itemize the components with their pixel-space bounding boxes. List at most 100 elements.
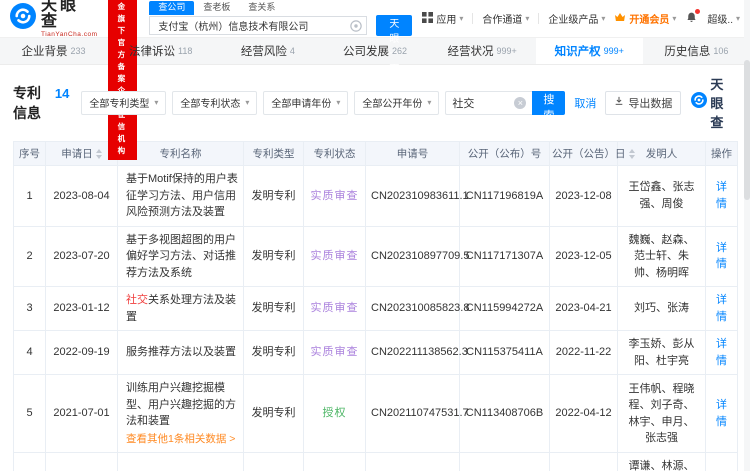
cell-title: 训练用户兴趣挖掘模型、用户兴趣挖掘的方法和装置查看其他1条相关数据 > [117,373,244,454]
tab-history-info[interactable]: 历史信息 106 [643,38,750,64]
clear-icon[interactable]: × [514,96,527,109]
section-tabbar: 企业背景 233 法律诉讼 118 经营风险 4 公司发展 262 经营状况 9… [0,38,750,65]
cell-publication-no: CN117196819A [459,165,550,227]
watermark-text: 天眼查 [710,77,725,130]
nav-cooperation[interactable]: 合作通道 ▾ [482,11,529,26]
cell-inventors: 李玉娇、彭从阳、杜宇亮 [617,330,706,375]
tab-count: 4 [289,46,295,56]
cell-application-no: CN202110475659.2 [365,452,460,471]
search-submit-button[interactable]: 天眼一下 [376,15,413,75]
cell-title: 数据同步方法以及装置 [117,452,244,471]
cell-publication-no: CN113094441A [459,452,550,471]
tab-label: 历史信息 [664,46,711,58]
cell-publication-no: CN115994272A [459,286,550,331]
status-badge: 实质审查 [310,250,359,262]
crown-icon [614,12,626,25]
tab-label: 知识产权 [554,46,601,58]
filter-publish-year[interactable]: 全部公开年份 ▾ [354,90,440,115]
cell-status: 实质审查 [303,225,366,287]
camera-icon[interactable] [350,19,363,37]
tab-business-status[interactable]: 经营状况 999+ [429,38,536,64]
cell-application-no: CN202310085823.8 [365,286,469,331]
nav-user-menu[interactable]: 超级.. ▾ [707,11,740,26]
cell-type: 发明专利 [243,330,304,375]
filter-apply-year[interactable]: 全部申请年份 ▾ [263,90,349,115]
apps-grid-icon [422,11,434,26]
tab-company-development[interactable]: 公司发展 262 [321,38,428,64]
cell-action: 详情 [705,165,738,227]
section-title: 专利信息 [13,84,41,121]
tab-business-risk[interactable]: 经营风险 4 [214,38,321,64]
nav-enterprise-products[interactable]: 企业级产品 ▾ [548,11,605,26]
badge-line-1: 国家中小企业发展子基金旗下 [117,1,128,35]
cell-publication-date: 2023-04-21 [549,286,618,331]
sort-icon[interactable] [628,149,635,160]
scrollbar-thumb[interactable] [744,60,750,200]
nav-open-membership[interactable]: 开通会员 ▾ [614,11,676,26]
cell-index: 6 [13,452,46,471]
brand-name: 天眼查 [41,0,80,31]
search-tab-company[interactable]: 查公司 [149,1,195,15]
tab-intellectual-property[interactable]: 知识产权 999+ [535,38,643,64]
patent-title-link[interactable]: 基于Motif保持的用户表征学习方法、用户信用风险预测方法及装置 [126,171,238,221]
patent-title-link[interactable]: 基于多视图超图的用户偏好学习方法、对话推荐方法及系统 [126,232,238,282]
tab-count: 106 [713,46,729,56]
cell-inventors: 刘巧、张涛 [617,286,706,331]
detail-link[interactable]: 详情 [716,338,727,367]
patent-title-link[interactable]: 训练用户兴趣挖掘模型、用户兴趣挖掘的方法和装置 [126,380,238,430]
search-type-tabs: 查公司 查老板 查关系 [149,1,412,15]
col-index: 序号 [13,141,46,166]
nav-divider [472,13,474,24]
notifications-bell[interactable] [685,8,701,27]
chevron-down-icon: ▾ [735,14,740,23]
table-row: 62021-04-29数据同步方法以及装置发明专利实质审查CN202110475… [13,452,738,471]
page-scrollbar[interactable] [744,0,750,471]
cell-action: 详情 [705,373,738,454]
patent-title-link[interactable]: 服务推荐方法以及装置 [126,344,238,361]
patent-title-link[interactable]: 社交关系处理方法及装置 [126,292,238,325]
company-search-input[interactable] [149,16,368,35]
detail-link[interactable]: 详情 [716,181,727,210]
filter-patent-status[interactable]: 全部专利状态 ▾ [172,90,258,115]
cell-apply-date: 2023-08-04 [45,165,118,227]
detail-link[interactable]: 详情 [716,399,727,428]
cancel-link[interactable]: 取消 [574,95,596,111]
filter-label: 全部申请年份 [271,99,332,110]
export-button[interactable]: 导出数据 [605,90,682,115]
tab-legal-proceedings[interactable]: 法律诉讼 118 [107,38,214,64]
status-badge: 实质审查 [310,346,359,359]
patent-table-wrap: 序号 申请日 专利名称 专利类型 专利状态 申请号 公开（公布）号 公开（公告）… [0,141,750,471]
keyword-search-button[interactable]: 搜索 [532,90,566,122]
col-publication-date: 公开（公告）日 [549,141,635,166]
tab-count: 233 [70,46,86,56]
download-icon [614,96,624,109]
cell-publication-no: CN115375411A [459,330,550,375]
cell-action: 详情 [705,225,738,287]
cell-index: 1 [13,165,46,227]
cell-index: 2 [13,225,46,287]
sort-icon[interactable] [95,149,102,160]
search-tab-relation[interactable]: 查关系 [239,1,284,15]
col-publication-no: 公开（公布）号 [459,141,550,166]
related-data-link[interactable]: 查看其他1条相关数据 > [126,432,238,448]
detail-link[interactable]: 详情 [716,294,727,323]
search-tab-boss[interactable]: 查老板 [194,1,239,15]
brand-logo[interactable]: 天眼查 TianYanCha.com [10,0,98,39]
nav-divider [538,13,540,24]
top-nav: 应用 ▾ 合作通道 ▾ 企业级产品 ▾ 开通会员 ▾ 超级.. ▾ [422,8,740,27]
detail-link[interactable]: 详情 [716,242,727,271]
cell-action: 详情 [705,330,738,375]
cell-publication-date: 2022-04-12 [549,373,618,454]
tab-company-background[interactable]: 企业背景 233 [0,38,107,64]
cell-title: 社交关系处理方法及装置 [117,286,244,331]
nav-apps[interactable]: 应用 ▾ [422,11,463,26]
cell-status: 授权 [303,373,366,454]
cell-status: 实质审查 [303,452,366,471]
col-patent-type: 专利类型 [243,141,304,166]
table-row: 2 2023-07-20 基于多视图超图的用户偏好学习方法、对话推荐方法及系统 发明专… [13,225,738,287]
keyword-input[interactable] [452,96,515,109]
highlight-keyword: 社交 [126,294,148,306]
filter-patent-type[interactable]: 全部专利类型 ▾ [81,90,167,115]
title-segment: 基于多视图超图的用户偏好学习方法、对话推荐方法及系统 [126,233,236,279]
tab-label: 公司发展 [342,46,389,58]
